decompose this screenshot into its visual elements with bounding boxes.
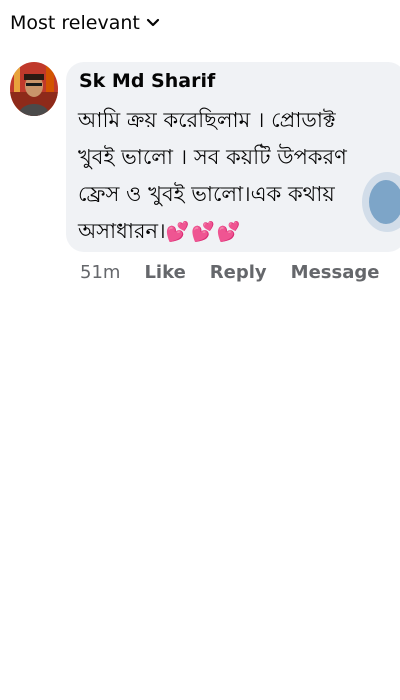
touch-indicator — [369, 180, 400, 224]
avatar[interactable] — [10, 62, 58, 116]
comment-bubble: Sk Md Sharif আমি ক্রয় করেছিলাম । প্রোডা… — [66, 62, 400, 252]
chevron-down-icon — [146, 16, 160, 30]
heart-emoji: 💕💕💕 — [165, 221, 243, 243]
comment-author[interactable]: Sk Md Sharif — [79, 70, 215, 92]
sort-label: Most relevant — [10, 12, 140, 34]
like-button[interactable]: Like — [144, 262, 185, 283]
comment-text: আমি ক্রয় করেছিলাম । প্রোডাক্ট খুবই ভালো… — [78, 102, 368, 251]
reply-button[interactable]: Reply — [210, 262, 267, 283]
sort-dropdown[interactable]: Most relevant — [10, 8, 160, 38]
message-button[interactable]: Message — [291, 262, 380, 283]
comment-actions: 51m Like Reply Message — [80, 262, 379, 283]
comment-timestamp: 51m — [80, 262, 121, 283]
